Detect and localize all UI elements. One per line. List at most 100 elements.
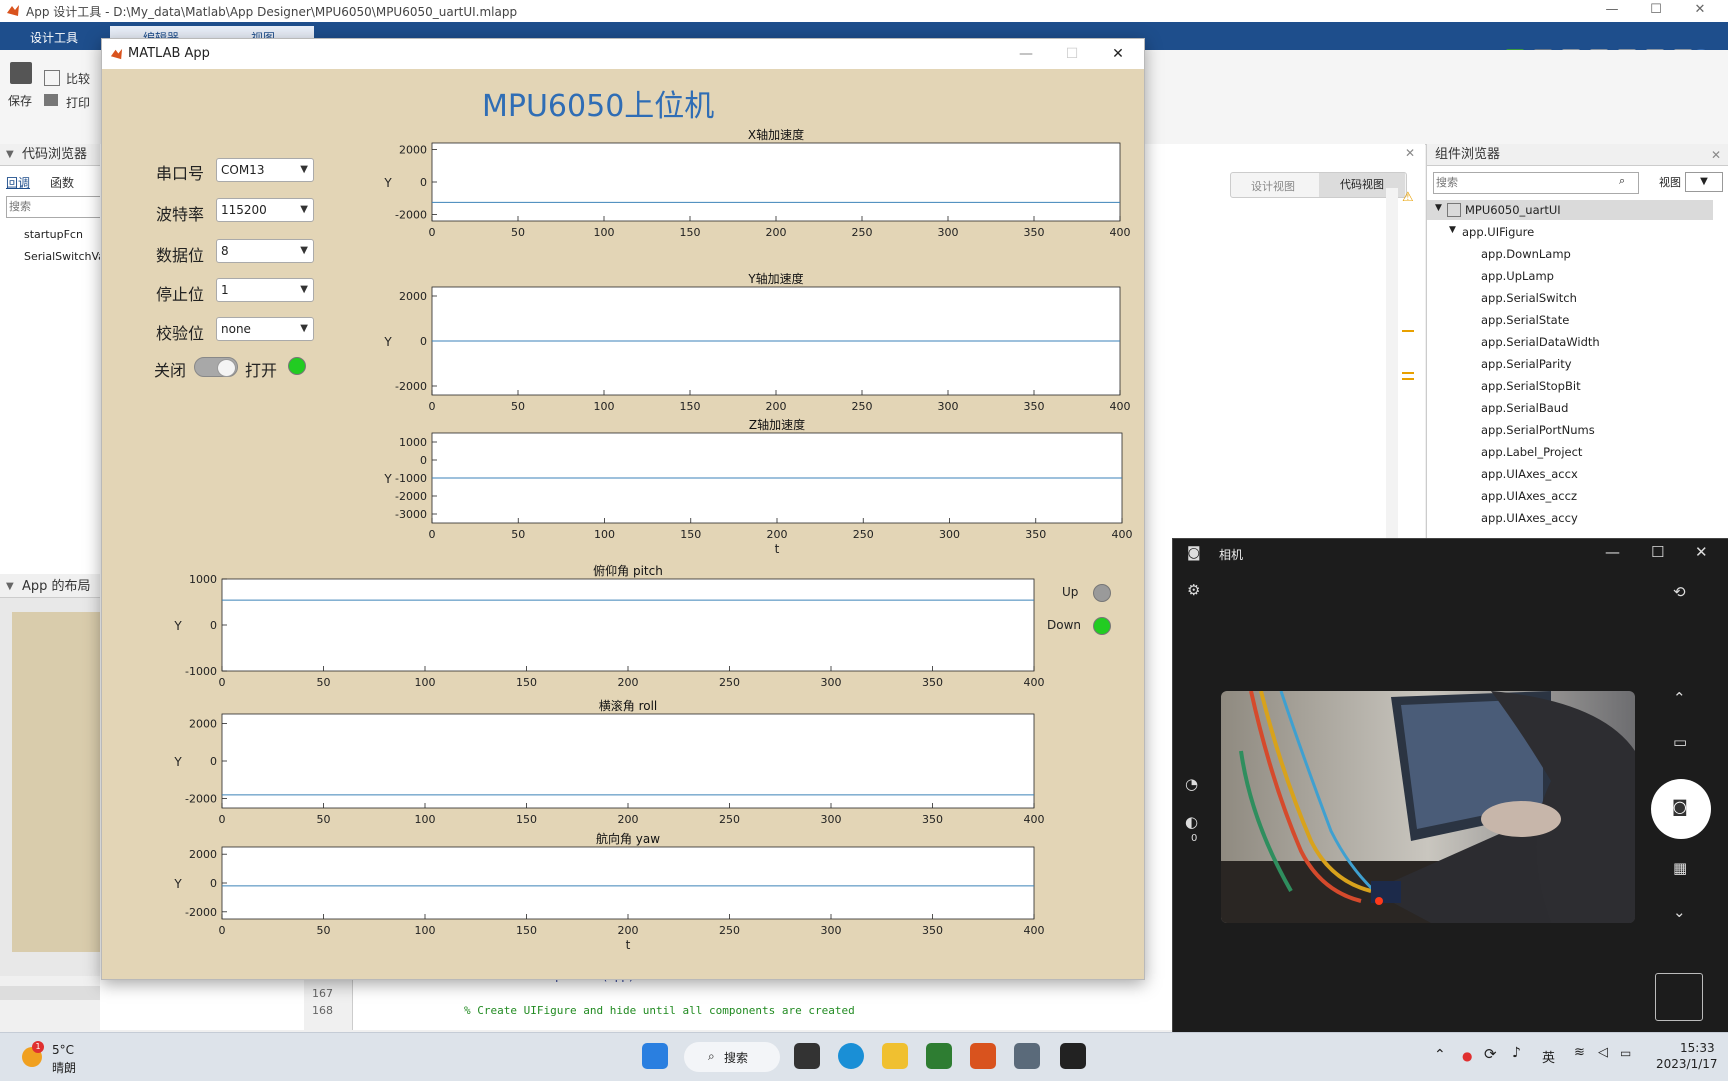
tree-item[interactable]: app.UIAxes_accx xyxy=(1481,467,1578,481)
vim-icon[interactable] xyxy=(926,1043,952,1069)
tree-item[interactable]: app.SerialStopBit xyxy=(1481,379,1581,393)
yaw-x-tick-label: 400 xyxy=(1024,924,1045,937)
camera-minimize-button[interactable]: — xyxy=(1605,543,1620,561)
designer-close-button[interactable]: ✕ xyxy=(1680,2,1720,17)
pitch-x-tick-label: 50 xyxy=(317,676,331,689)
search-icon: ⌕ xyxy=(708,1049,715,1063)
designer-minimize-button[interactable]: — xyxy=(1592,2,1632,17)
designer-maximize-button[interactable]: ☐ xyxy=(1636,2,1676,17)
tree-item[interactable]: app.SerialSwitch xyxy=(1481,291,1577,305)
settings-icon[interactable]: ⚙ xyxy=(1187,581,1200,599)
accx-x-tick-label: 250 xyxy=(852,226,873,239)
code-analyzer-marker[interactable] xyxy=(1402,330,1414,332)
camera-maximize-button[interactable]: ☐ xyxy=(1651,543,1664,561)
callback-item[interactable]: SerialSwitchVal xyxy=(24,250,108,263)
wifi-icon[interactable]: ≋ xyxy=(1574,1045,1585,1060)
timer-icon[interactable]: ◔ xyxy=(1185,775,1198,793)
taskbar-search-box[interactable]: ⌕ 搜索 xyxy=(684,1042,780,1072)
save-button[interactable]: 保存 xyxy=(8,92,32,109)
camera-title: 相机 xyxy=(1219,548,1244,562)
roll-y-tick-label: 0 xyxy=(210,755,217,768)
search-icon[interactable]: ⌕ xyxy=(1619,174,1625,188)
layout-thumbnail[interactable] xyxy=(12,612,100,952)
tab-functions[interactable]: 函数 xyxy=(50,174,74,191)
yaw-y-tick-label: 2000 xyxy=(189,848,217,861)
panel-close-icon[interactable]: ✕ xyxy=(1711,144,1721,166)
pitch-axes-box xyxy=(221,578,1035,672)
component-search-input[interactable] xyxy=(1433,172,1639,194)
chevron-up-icon[interactable]: ⌃ xyxy=(1673,689,1686,707)
callback-item[interactable]: startupFcn xyxy=(24,228,83,241)
yaw-axes-box xyxy=(221,846,1035,920)
view-dropdown[interactable]: ▼ xyxy=(1685,172,1723,192)
microphone-icon[interactable]: ♪ xyxy=(1512,1045,1521,1061)
app-taskbar-icon[interactable] xyxy=(1060,1043,1086,1069)
file-explorer-icon[interactable] xyxy=(882,1043,908,1069)
expand-icon[interactable]: ▼ xyxy=(1435,203,1442,213)
yaw-x-tick-label: 200 xyxy=(618,924,639,937)
ime-indicator[interactable]: 英 xyxy=(1542,1047,1555,1066)
start-icon[interactable] xyxy=(642,1043,668,1069)
accx-chart-title: X轴加速度 xyxy=(748,127,804,142)
chevron-up-icon[interactable]: ⌃ xyxy=(1434,1047,1446,1063)
tree-item[interactable]: app.UIAxes_accz xyxy=(1481,489,1577,503)
clock-date[interactable]: 2023/1/17 xyxy=(1656,1057,1718,1071)
accy-x-tick-label: 400 xyxy=(1110,400,1131,413)
collapse-icon[interactable]: ▼ xyxy=(6,144,14,166)
tree-item[interactable]: app.SerialPortNums xyxy=(1481,423,1595,437)
code-analyzer-marker[interactable] xyxy=(1402,378,1414,380)
tab-callbacks[interactable]: 回调 xyxy=(6,174,30,191)
accz-x-tick-label: 100 xyxy=(594,528,615,541)
tree-item[interactable]: app.SerialState xyxy=(1481,313,1569,327)
matlab-taskbar-icon[interactable] xyxy=(970,1043,996,1069)
tree-item[interactable]: app.UIAxes_accy xyxy=(1481,511,1578,525)
pitch-x-tick-label: 250 xyxy=(719,676,740,689)
editor-close-icon[interactable]: ✕ xyxy=(1405,146,1415,160)
tree-item[interactable]: app.SerialDataWidth xyxy=(1481,335,1600,349)
save-icon[interactable] xyxy=(10,62,32,84)
edge-icon[interactable] xyxy=(838,1043,864,1069)
layout-scrollbar[interactable] xyxy=(0,986,100,1000)
exposure-icon[interactable]: ◐ xyxy=(1185,813,1198,831)
video-mode-icon[interactable]: ▭ xyxy=(1673,733,1687,751)
tree-item[interactable]: app.SerialBaud xyxy=(1481,401,1568,415)
shutter-button[interactable]: ◙ xyxy=(1651,779,1711,839)
tree-item[interactable]: app.Label_Project xyxy=(1481,445,1582,459)
qr-scan-icon[interactable]: ▦ xyxy=(1673,859,1687,877)
tree-item[interactable]: app.UpLamp xyxy=(1481,269,1554,283)
code-analyzer-marker[interactable] xyxy=(1402,372,1414,374)
design-view-button[interactable]: 设计视图 xyxy=(1251,178,1295,194)
switch-camera-icon[interactable]: ⟲ xyxy=(1673,583,1686,601)
expand-icon[interactable]: ▼ xyxy=(1449,225,1456,235)
roll-chart-title: 横滚角 roll xyxy=(599,698,658,713)
collapse-icon[interactable]: ▼ xyxy=(6,576,14,598)
camera-close-button[interactable]: ✕ xyxy=(1695,543,1708,561)
accy-x-tick-label: 350 xyxy=(1024,400,1045,413)
camera-taskbar-icon[interactable] xyxy=(1014,1043,1040,1069)
chevron-down-icon[interactable]: ⌄ xyxy=(1673,903,1686,921)
warning-icon[interactable]: ⚠ xyxy=(1402,190,1414,205)
tree-item[interactable]: app.SerialParity xyxy=(1481,357,1572,371)
sync-icon[interactable]: ⟳ xyxy=(1484,1045,1497,1063)
pitch-y-tick-label: 0 xyxy=(210,619,217,632)
yaw-x-tick-label: 0 xyxy=(219,924,226,937)
accx-axes-box xyxy=(431,142,1121,222)
tab-designer[interactable]: 设计工具 xyxy=(14,26,94,50)
volume-icon[interactable]: ◁ xyxy=(1598,1045,1608,1060)
print-button[interactable]: 打印 xyxy=(66,94,90,111)
record-icon[interactable]: ● xyxy=(1462,1049,1472,1063)
tree-item[interactable]: app.DownLamp xyxy=(1481,247,1571,261)
code-browser-search-input[interactable] xyxy=(6,196,102,218)
gallery-thumbnail[interactable] xyxy=(1655,973,1703,1021)
tree-root[interactable]: MPU6050_uartUI xyxy=(1465,203,1561,217)
tree-item-uifigure[interactable]: app.UIFigure xyxy=(1462,225,1534,239)
code-line[interactable]: % Create UIFigure and hide until all com… xyxy=(464,1004,855,1017)
pitch-x-tick-label: 200 xyxy=(618,676,639,689)
compare-button[interactable]: 比较 xyxy=(66,70,90,87)
code-browser-panel: ▼ 代码浏览器 回调 函数 startupFcn SerialSwitchVal xyxy=(0,144,108,574)
battery-icon[interactable]: ▭ xyxy=(1620,1046,1631,1060)
clock-time[interactable]: 15:33 xyxy=(1680,1041,1715,1055)
task-view-icon[interactable] xyxy=(794,1043,820,1069)
accz-y-tick-label: -3000 xyxy=(395,508,427,521)
pitch-x-tick-label: 150 xyxy=(516,676,537,689)
